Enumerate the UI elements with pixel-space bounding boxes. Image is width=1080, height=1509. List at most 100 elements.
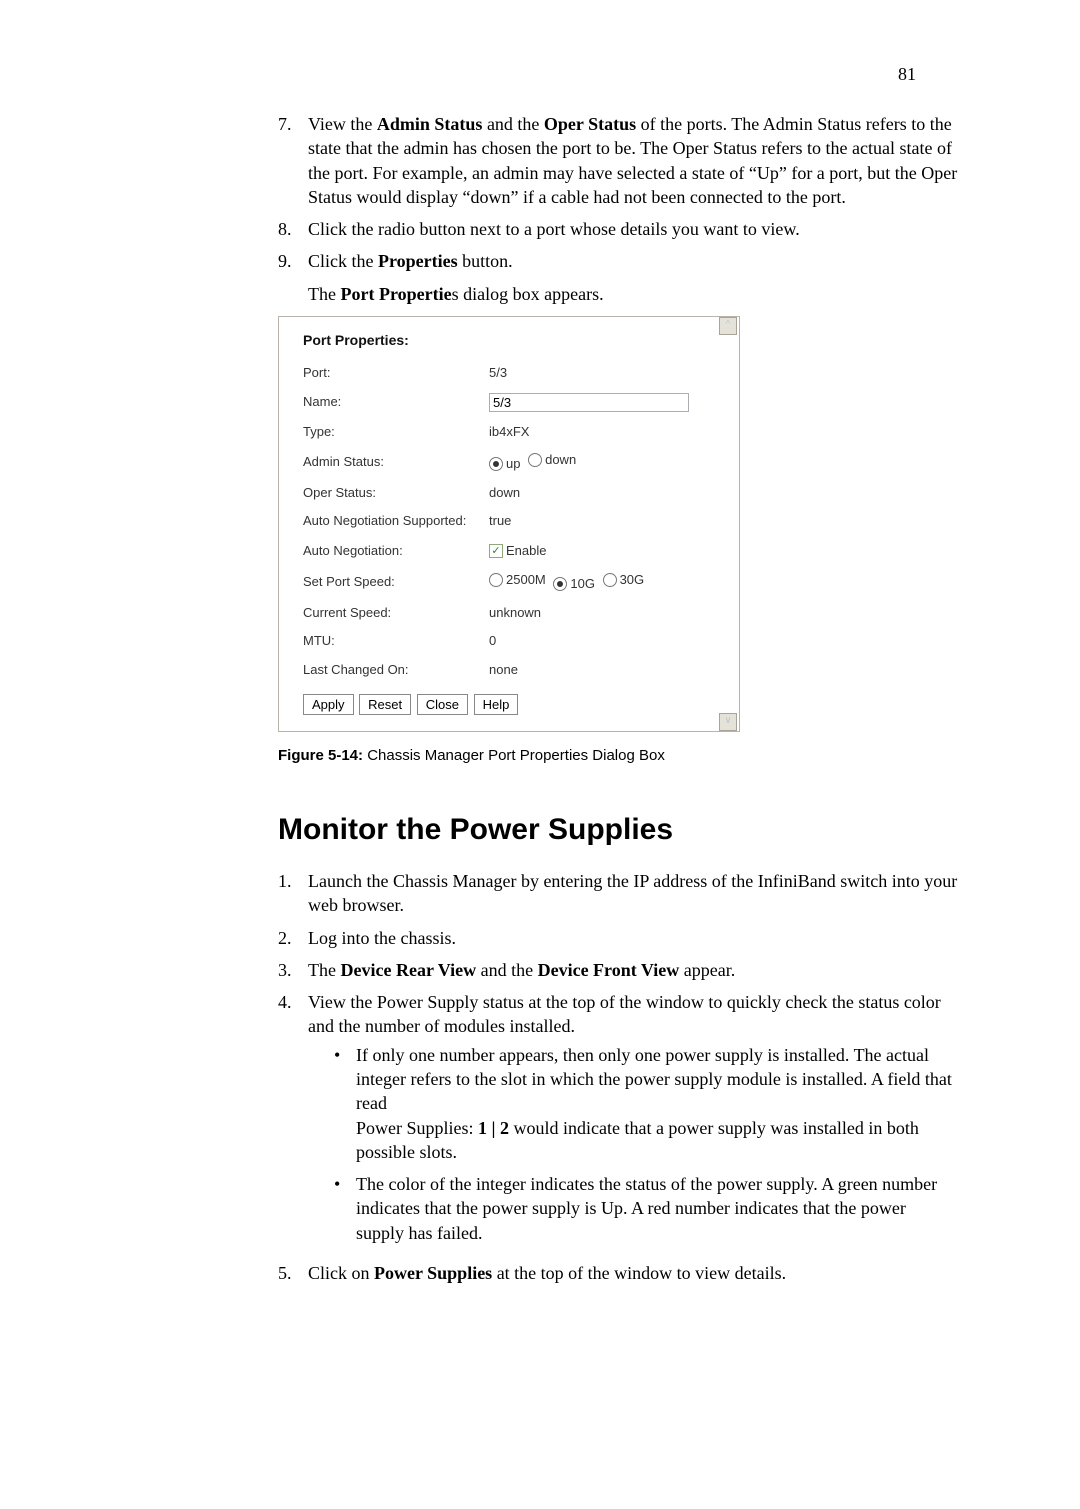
radio-admin-down[interactable]: down — [528, 451, 576, 469]
step-b4: 4. View the Power Supply status at the t… — [278, 990, 958, 1253]
radio-speed-30g[interactable]: 30G — [603, 571, 645, 589]
step-number: 2. — [278, 926, 308, 950]
step-body: Click on Power Supplies at the top of th… — [308, 1261, 786, 1285]
step-7: 7. View the Admin Status and the Oper St… — [278, 112, 958, 209]
row-autoneg: Auto Negotiation: ✓ Enable — [303, 541, 715, 560]
heading-monitor-power-supplies: Monitor the Power Supplies — [278, 810, 958, 851]
radio-speed-2500m[interactable]: 2500M — [489, 571, 546, 589]
step9-post: button. — [458, 251, 513, 271]
label-type: Type: — [303, 423, 489, 441]
step-body: Log into the chassis. — [308, 926, 456, 950]
step-number: 9. — [278, 249, 308, 273]
step-number: 3. — [278, 958, 308, 982]
row-last-changed: Last Changed On: none — [303, 661, 715, 679]
checkbox-label: Enable — [506, 542, 546, 560]
label-admin-status: Admin Status: — [303, 453, 489, 471]
step9-bold: Properties — [378, 251, 458, 271]
b3-pre: The — [308, 960, 340, 980]
port-properties-dialog: ^ Port Properties: Port: 5/3 Name: Type:… — [278, 316, 740, 732]
page-number: 81 — [898, 62, 916, 86]
value-oper-status: down — [489, 484, 520, 502]
caption-text: Chassis Manager Port Properties Dialog B… — [367, 747, 665, 764]
row-current-speed: Current Speed: unknown — [303, 604, 715, 622]
value-autoneg-supported: true — [489, 512, 511, 530]
step-8: 8. Click the radio button next to a port… — [278, 217, 958, 241]
close-button[interactable]: Close — [417, 694, 468, 715]
row-oper-status: Oper Status: down — [303, 484, 715, 502]
b4-text: View the Power Supply status at the top … — [308, 992, 941, 1036]
bullet-body: If only one number appears, then only on… — [356, 1043, 958, 1164]
scroll-up-icon[interactable]: ^ — [719, 317, 737, 335]
sub-pre: The — [308, 284, 340, 304]
bullet-icon — [334, 1172, 356, 1245]
value-port: 5/3 — [489, 364, 507, 382]
label-mtu: MTU: — [303, 632, 489, 650]
reset-button[interactable]: Reset — [359, 694, 411, 715]
step-body: Click the radio button next to a port wh… — [308, 217, 800, 241]
b3-post: appear. — [679, 960, 735, 980]
step-number: 1. — [278, 869, 308, 918]
row-type: Type: ib4xFX — [303, 423, 715, 441]
step-body: Click the Properties button. — [308, 249, 513, 273]
step-9: 9. Click the Properties button. — [278, 249, 958, 273]
row-name: Name: — [303, 393, 715, 412]
b5-pre: Click on — [308, 1263, 374, 1283]
radio-label: 2500M — [506, 571, 546, 589]
label-autoneg: Auto Negotiation: — [303, 542, 489, 560]
step-number: 5. — [278, 1261, 308, 1285]
radio-label: 10G — [570, 575, 595, 593]
apply-button[interactable]: Apply — [303, 694, 354, 715]
checkbox-autoneg-enable[interactable]: ✓ Enable — [489, 542, 546, 560]
b3-bold1: Device Rear View — [340, 960, 476, 980]
step-b1: 1. Launch the Chassis Manager by enterin… — [278, 869, 958, 918]
checkbox-icon: ✓ — [489, 544, 503, 558]
step9-subtext: The Port Properties dialog box appears. — [308, 282, 958, 306]
name-input[interactable] — [489, 393, 689, 412]
value-type: ib4xFX — [489, 423, 529, 441]
row-mtu: MTU: 0 — [303, 632, 715, 650]
figure-5-14: ^ Port Properties: Port: 5/3 Name: Type:… — [278, 316, 958, 766]
radio-label: 30G — [620, 571, 645, 589]
label-set-speed: Set Port Speed: — [303, 573, 489, 591]
dialog-title: Port Properties: — [303, 331, 715, 350]
radio-icon — [528, 453, 542, 467]
label-last-changed: Last Changed On: — [303, 661, 489, 679]
label-current-speed: Current Speed: — [303, 604, 489, 622]
row-admin-status: Admin Status: up down — [303, 451, 715, 473]
value-current-speed: unknown — [489, 604, 541, 622]
sub-bold: Port Propertie — [340, 284, 451, 304]
page-content: 7. View the Admin Status and the Oper St… — [278, 112, 958, 1285]
bullet-body: The color of the integer indicates the s… — [356, 1172, 958, 1245]
b5-post: at the top of the window to view details… — [492, 1263, 786, 1283]
bullet-icon — [334, 1043, 356, 1164]
steps-bottom: 1. Launch the Chassis Manager by enterin… — [278, 869, 958, 1285]
scroll-down-icon[interactable]: ∨ — [719, 713, 737, 731]
radio-admin-up[interactable]: up — [489, 455, 520, 473]
row-autoneg-supported: Auto Negotiation Supported: true — [303, 512, 715, 530]
radio-speed-10g[interactable]: 10G — [553, 575, 595, 593]
figure-caption: Figure 5-14: Chassis Manager Port Proper… — [278, 746, 958, 766]
step-b4-bullets: If only one number appears, then only on… — [334, 1043, 958, 1245]
bullet1-line2-pre: Power Supplies: — [356, 1118, 478, 1138]
radio-icon — [489, 573, 503, 587]
b5-bold: Power Supplies — [374, 1263, 492, 1283]
bullet-2: The color of the integer indicates the s… — [334, 1172, 958, 1245]
step-number: 7. — [278, 112, 308, 209]
help-button[interactable]: Help — [474, 694, 519, 715]
value-last-changed: none — [489, 661, 518, 679]
step-b2: 2. Log into the chassis. — [278, 926, 958, 950]
bullet1-line1: If only one number appears, then only on… — [356, 1045, 952, 1114]
bullet1-line2-bold: 1 | 2 — [478, 1118, 509, 1138]
step-number: 4. — [278, 990, 308, 1253]
radio-label: down — [545, 451, 576, 469]
radio-icon — [553, 577, 567, 591]
step-b3: 3. The Device Rear View and the Device F… — [278, 958, 958, 982]
step-number: 8. — [278, 217, 308, 241]
row-port: Port: 5/3 — [303, 364, 715, 382]
label-oper-status: Oper Status: — [303, 484, 489, 502]
b3-mid: and the — [476, 960, 537, 980]
radio-label: up — [506, 455, 520, 473]
bullet-1: If only one number appears, then only on… — [334, 1043, 958, 1164]
b3-bold2: Device Front View — [538, 960, 680, 980]
value-mtu: 0 — [489, 632, 496, 650]
